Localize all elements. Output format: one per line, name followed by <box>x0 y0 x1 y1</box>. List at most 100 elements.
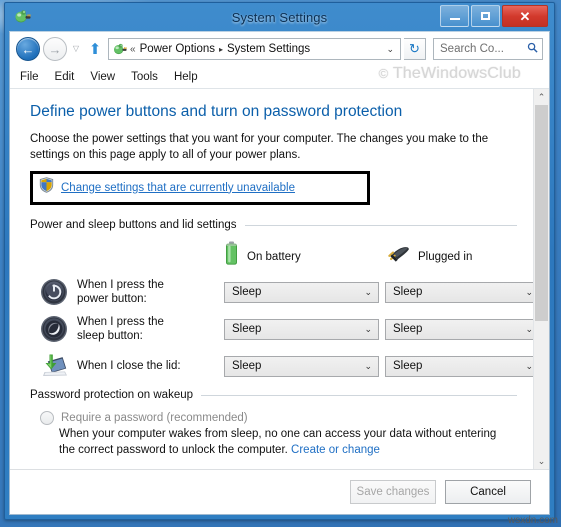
sleep-button-plugged-in-select[interactable]: Sleep ⌄ <box>385 318 533 340</box>
address-dropdown-icon[interactable]: ⌄ <box>382 44 398 55</box>
close-icon: ✕ <box>519 8 531 24</box>
on-battery-label: On battery <box>247 250 301 263</box>
require-password-description-line1: When your computer wakes from sleep, no … <box>59 428 452 440</box>
sleep-button-label: When I press the sleep button: <box>77 315 164 343</box>
battery-icon <box>224 241 239 272</box>
close-lid-row-label: When I close the lid: <box>30 352 224 380</box>
sleep-button-on-battery-select[interactable]: Sleep ⌄ <box>224 318 379 340</box>
recent-pages-dropdown-icon[interactable]: ▽ <box>70 45 82 53</box>
setting-row-power-button: When I press the power button: Sleep ⌄ S… <box>30 278 533 306</box>
close-lid-plugged-in-select[interactable]: Sleep ⌄ <box>385 355 533 377</box>
minimize-button[interactable] <box>440 5 469 27</box>
menu-tools[interactable]: Tools <box>131 71 158 83</box>
column-header-on-battery: On battery <box>224 241 384 272</box>
watermark-copyright-icon: © <box>378 66 389 81</box>
corner-watermark: wsxdn.com <box>507 515 558 526</box>
power-section-header: Power and sleep buttons and lid settings <box>30 219 517 231</box>
power-button-icon <box>40 278 68 306</box>
power-button-label-line2: power button: <box>77 293 147 305</box>
forward-button[interactable]: → <box>43 37 67 61</box>
up-one-level-icon[interactable]: ⬆ <box>85 42 105 57</box>
settings-content: Define power buttons and turn on passwor… <box>10 89 533 469</box>
chevron-down-icon: ⌄ <box>525 360 533 371</box>
content-scroll-area: Define power buttons and turn on passwor… <box>10 88 549 469</box>
back-arrow-icon: ← <box>21 41 35 57</box>
forward-arrow-icon: → <box>48 41 62 57</box>
minimize-icon <box>449 18 460 20</box>
address-power-options-icon <box>112 42 127 57</box>
save-changes-button[interactable]: Save changes <box>350 480 436 504</box>
sleep-button-on-battery-value: Sleep <box>232 323 262 335</box>
power-source-column-headers: On battery Plugged in <box>30 241 517 272</box>
page-description: Choose the power settings that you want … <box>30 133 489 161</box>
power-section-title: Power and sleep buttons and lid settings <box>30 219 237 231</box>
change-settings-link[interactable]: Change settings that are currently unava… <box>61 182 295 194</box>
vertical-scrollbar[interactable]: ⌃ ⌄ <box>533 89 549 469</box>
create-or-change-password-link[interactable]: Create or change <box>291 444 380 456</box>
sleep-moon-icon <box>40 315 68 343</box>
refresh-button[interactable]: ↻ <box>404 38 426 60</box>
scroll-up-button[interactable]: ⌃ <box>534 89 549 105</box>
back-button[interactable]: ← <box>16 37 40 61</box>
close-lid-on-battery-value: Sleep <box>232 360 262 372</box>
power-plug-icon <box>384 244 410 269</box>
power-section-divider <box>244 224 517 226</box>
sleep-button-label-line2: sleep button: <box>77 330 143 342</box>
menu-file[interactable]: File <box>20 71 39 83</box>
menu-view[interactable]: View <box>90 71 115 83</box>
menu-help[interactable]: Help <box>174 71 198 83</box>
change-settings-highlight: Change settings that are currently unava… <box>30 171 370 205</box>
close-lid-on-battery-select[interactable]: Sleep ⌄ <box>224 355 379 377</box>
chevron-down-icon: ⌄ <box>364 323 372 334</box>
breadcrumb-overflow-icon[interactable]: « <box>130 44 136 55</box>
breadcrumb-separator-icon: ▸ <box>219 44 224 54</box>
power-button-label: When I press the power button: <box>77 278 164 306</box>
breadcrumb-system-settings[interactable]: System Settings <box>226 43 311 55</box>
password-section-title: Password protection on wakeup <box>30 389 194 401</box>
window-client-area: ← → ▽ ⬆ « Power Options ▸ System Setting… <box>9 31 550 515</box>
search-icon <box>527 42 538 56</box>
navigation-bar: ← → ▽ ⬆ « Power Options ▸ System Setting… <box>10 32 549 66</box>
system-settings-window: System Settings ✕ ← → ▽ ⬆ « Power Option… <box>4 2 555 520</box>
power-options-icon <box>13 8 31 26</box>
scroll-down-button[interactable]: ⌄ <box>534 453 549 469</box>
uac-shield-icon <box>39 177 54 198</box>
power-button-plugged-in-value: Sleep <box>393 286 423 298</box>
scrollbar-thumb[interactable] <box>535 105 548 321</box>
password-section-header: Password protection on wakeup <box>30 389 517 401</box>
require-password-label: Require a password (recommended) <box>61 412 248 424</box>
password-section-divider <box>201 394 517 396</box>
require-password-description: When your computer wakes from sleep, no … <box>59 426 514 458</box>
power-button-on-battery-value: Sleep <box>232 286 262 298</box>
sleep-button-label-line1: When I press the <box>77 316 164 328</box>
scrollbar-track[interactable] <box>534 105 549 453</box>
search-placeholder: Search Co... <box>440 43 504 55</box>
require-password-radio-row[interactable]: Require a password (recommended) <box>40 411 517 425</box>
search-input[interactable]: Search Co... <box>433 38 543 60</box>
refresh-icon: ↻ <box>409 41 420 56</box>
menu-edit[interactable]: Edit <box>55 71 75 83</box>
close-button[interactable]: ✕ <box>502 5 548 27</box>
menu-bar: File Edit View Tools Help © TheWindowsCl… <box>10 65 549 88</box>
chevron-down-icon: ⌄ <box>525 323 533 334</box>
power-button-plugged-in-select[interactable]: Sleep ⌄ <box>385 281 533 303</box>
power-button-on-battery-select[interactable]: Sleep ⌄ <box>224 281 379 303</box>
power-button-label-line1: When I press the <box>77 279 164 291</box>
maximize-button[interactable] <box>471 5 500 27</box>
sleep-button-row-label: When I press the sleep button: <box>30 315 224 343</box>
chevron-down-icon: ⌄ <box>364 360 372 371</box>
site-watermark: © TheWindowsClub <box>379 65 521 83</box>
window-controls: ✕ <box>440 5 548 27</box>
maximize-icon <box>481 12 490 20</box>
title-bar: System Settings ✕ <box>9 3 550 31</box>
power-button-row-label: When I press the power button: <box>30 278 224 306</box>
save-changes-label: Save changes <box>356 486 430 498</box>
setting-row-close-lid: When I close the lid: Sleep ⌄ Sleep ⌄ <box>30 352 533 380</box>
cancel-button[interactable]: Cancel <box>445 480 531 504</box>
require-password-radio[interactable] <box>40 411 54 425</box>
address-bar[interactable]: « Power Options ▸ System Settings ⌄ <box>108 38 401 60</box>
watermark-text: TheWindowsClub <box>392 65 521 82</box>
breadcrumb-power-options[interactable]: Power Options <box>139 43 216 55</box>
dialog-button-bar: Save changes Cancel <box>10 469 549 514</box>
page-title: Define power buttons and turn on passwor… <box>30 103 403 120</box>
